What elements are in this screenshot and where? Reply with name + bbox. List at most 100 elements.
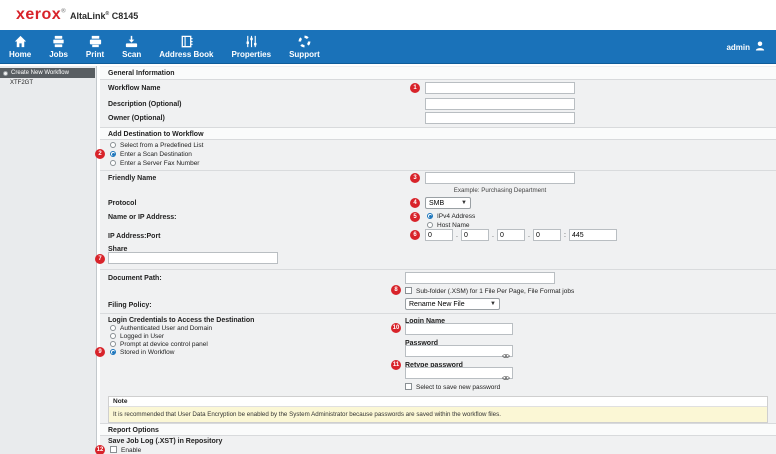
show-password-icon[interactable] xyxy=(502,347,510,355)
save-job-log-label: Save Job Log (.XST) in Repository xyxy=(108,438,222,445)
nav-item-print[interactable]: Print xyxy=(77,30,113,63)
workflow-form: General Information Workflow Name 1 Desc… xyxy=(97,66,776,454)
workflow-name-label: Workflow Name xyxy=(108,85,160,92)
server-fax-radio[interactable] xyxy=(110,160,116,166)
workflow-icon xyxy=(3,71,8,76)
step-badge-2: 2 xyxy=(95,149,105,159)
nav-item-address-book[interactable]: Address Book xyxy=(150,30,222,63)
jobs-icon xyxy=(51,34,66,49)
authenticated-user-radio[interactable] xyxy=(110,325,116,331)
prompt-panel-radio[interactable] xyxy=(110,341,116,347)
show-retype-password-icon[interactable] xyxy=(502,369,510,377)
name-ip-label: Name or IP Address: xyxy=(108,214,176,221)
chevron-down-icon: ▼ xyxy=(490,301,496,307)
step-badge-11: 11 xyxy=(391,360,401,370)
enable-label: Enable xyxy=(121,447,141,454)
home-icon xyxy=(13,34,28,49)
host-name-label: Host Name xyxy=(437,222,470,229)
divider xyxy=(100,313,776,314)
prompt-panel-label: Prompt at device control panel xyxy=(120,341,208,348)
nav-item-scan[interactable]: Scan xyxy=(113,30,150,63)
protocol-select[interactable]: SMB ▼ xyxy=(425,197,471,209)
password-input[interactable] xyxy=(405,345,513,357)
share-input[interactable] xyxy=(108,252,278,264)
note-box: Note It is recommended that User Data En… xyxy=(108,396,768,423)
stored-in-workflow-radio[interactable] xyxy=(110,349,116,355)
document-path-label: Document Path: xyxy=(108,275,162,282)
credentials-title: Login Credentials to Access the Destinat… xyxy=(108,317,254,324)
nav-item-jobs[interactable]: Jobs xyxy=(40,30,77,63)
ip-octet-3-input[interactable] xyxy=(497,229,525,241)
scan-destination-radio[interactable] xyxy=(110,151,116,157)
retype-password-input[interactable] xyxy=(405,367,513,379)
predefined-list-radio[interactable] xyxy=(110,142,116,148)
ip-octet-4-input[interactable] xyxy=(533,229,561,241)
nav-label: Home xyxy=(9,50,31,59)
chevron-down-icon: ▼ xyxy=(461,200,467,206)
filing-policy-label: Filing Policy: xyxy=(108,302,152,309)
ip-separator: . xyxy=(528,232,530,239)
sidebar-item-create-new-workflow[interactable]: Create New Workflow xyxy=(0,68,95,78)
user-name: admin xyxy=(726,43,750,52)
page-body: Create New Workflow XTF2GT General Infor… xyxy=(0,64,776,454)
xerox-logo-text: xerox xyxy=(16,6,61,23)
document-path-input[interactable] xyxy=(405,272,555,284)
scan-destination-label: Enter a Scan Destination xyxy=(120,151,192,158)
owner-label: Owner (Optional) xyxy=(108,115,165,122)
section-add-destination: Add Destination to Workflow xyxy=(100,127,776,140)
step-badge-5: 5 xyxy=(410,212,420,222)
login-name-input[interactable] xyxy=(405,323,513,335)
step-badge-6: 6 xyxy=(410,230,420,240)
screen: xerox® AltaLink® C8145 Home Jobs Print S… xyxy=(0,0,776,454)
friendly-name-label: Friendly Name xyxy=(108,175,156,182)
note-title: Note xyxy=(109,397,767,407)
logged-in-user[interactable]: admin xyxy=(726,30,766,64)
subfolder-checkbox[interactable] xyxy=(405,287,412,294)
step-badge-12: 12 xyxy=(95,445,105,454)
port-separator: : xyxy=(564,232,566,239)
note-text: It is recommended that User Data Encrypt… xyxy=(109,407,767,422)
nav-item-home[interactable]: Home xyxy=(0,30,40,63)
enable-checkbox[interactable] xyxy=(110,446,117,453)
filing-policy-select[interactable]: Rename New File ▼ xyxy=(405,298,500,310)
ip-octet-1-input[interactable] xyxy=(425,229,453,241)
step-badge-7: 7 xyxy=(95,254,105,264)
nav-label: Support xyxy=(289,50,320,59)
step-badge-1: 1 xyxy=(410,83,420,93)
address-book-icon xyxy=(179,34,194,49)
ip-separator: . xyxy=(456,232,458,239)
logged-in-user-radio[interactable] xyxy=(110,333,116,339)
ip-octet-2-input[interactable] xyxy=(461,229,489,241)
divider xyxy=(100,269,776,270)
nav-item-properties[interactable]: Properties xyxy=(223,30,281,63)
step-badge-3: 3 xyxy=(410,173,420,183)
description-label: Description (Optional) xyxy=(108,101,182,108)
product-registered-mark: ® xyxy=(106,11,110,17)
authenticated-user-label: Authenticated User and Domain xyxy=(120,325,212,332)
host-name-radio[interactable] xyxy=(427,222,433,228)
product-model: C8145 xyxy=(112,11,139,21)
protocol-label: Protocol xyxy=(108,200,136,207)
product-family: AltaLink xyxy=(70,11,106,21)
step-badge-4: 4 xyxy=(410,198,420,208)
section-report-options: Report Options xyxy=(100,423,776,436)
step-badge-8: 8 xyxy=(391,285,401,295)
port-input[interactable] xyxy=(569,229,617,241)
ip-separator: . xyxy=(492,232,494,239)
xerox-logo: xerox® xyxy=(16,6,66,24)
nav-label: Jobs xyxy=(49,50,68,59)
sidebar-item-label: XTF2GT xyxy=(10,80,33,86)
user-icon xyxy=(754,40,766,54)
workflow-name-input[interactable] xyxy=(425,82,575,94)
sidebar-item-workflow[interactable]: XTF2GT xyxy=(0,80,96,86)
nav-label: Print xyxy=(86,50,104,59)
friendly-name-input[interactable] xyxy=(425,172,575,184)
description-input[interactable] xyxy=(425,98,575,110)
nav-item-support[interactable]: Support xyxy=(280,30,329,63)
ipv4-radio[interactable] xyxy=(427,213,433,219)
logged-in-user-label: Logged in User xyxy=(120,333,164,340)
owner-input[interactable] xyxy=(425,112,575,124)
top-header: xerox® AltaLink® C8145 xyxy=(0,0,776,30)
save-password-checkbox[interactable] xyxy=(405,383,412,390)
server-fax-label: Enter a Server Fax Number xyxy=(120,160,199,167)
